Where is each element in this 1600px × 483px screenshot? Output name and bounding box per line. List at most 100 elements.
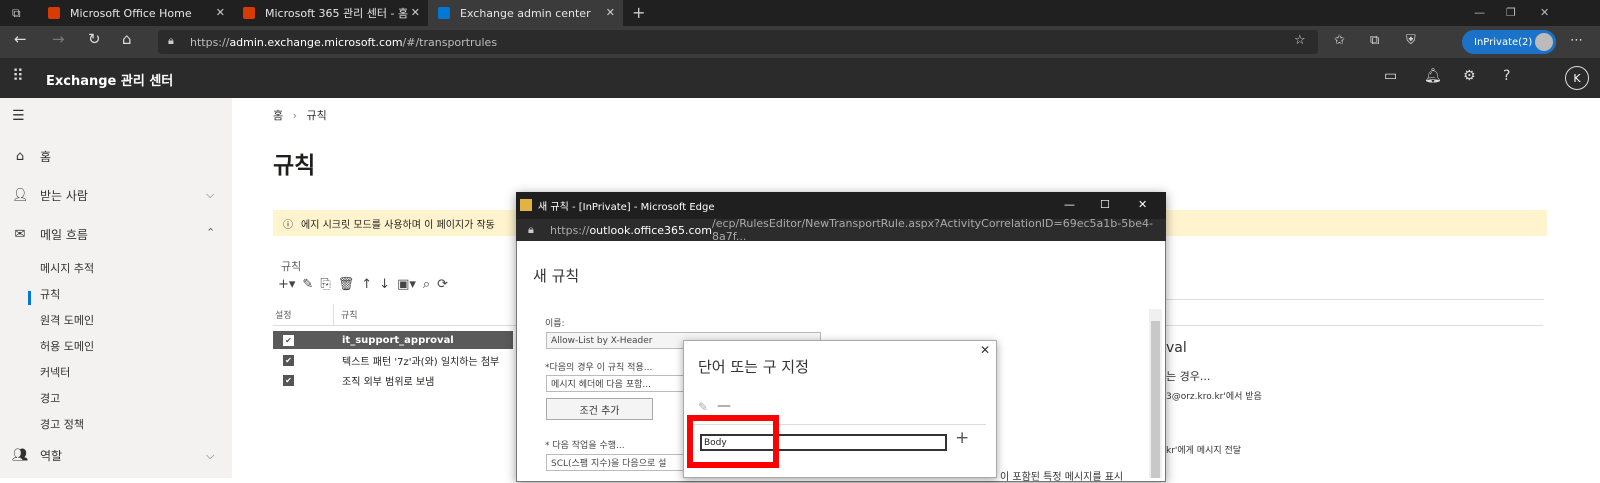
rules-section-label: 규칙 — [281, 260, 302, 273]
sidebar-item-mail-flow[interactable]: ✉ 메일 흐름 — [12, 226, 88, 243]
add-condition-button[interactable]: 조건 추가 — [546, 398, 653, 420]
back-icon[interactable]: ← — [14, 30, 27, 48]
hamburger-icon[interactable]: ☰ — [12, 108, 25, 124]
checkbox[interactable]: ✔ — [283, 354, 294, 366]
window-app-icon — [520, 199, 532, 211]
checkbox[interactable]: ✔ — [283, 374, 294, 386]
highlight-box — [687, 415, 779, 468]
bell-icon[interactable]: 🔔︎ — [1424, 68, 1442, 84]
more-icon[interactable]: ⋯ — [1570, 33, 1583, 48]
roles-icon: 👥︎ — [12, 448, 29, 463]
sidebar-subitem-accepted-domains[interactable]: 허용 도메인 — [40, 338, 94, 354]
sidebar-item-label: 역할 — [40, 449, 63, 463]
sidebar-subitem-rules[interactable]: 규칙 — [40, 286, 60, 302]
minimize-icon[interactable]: — — [1474, 6, 1485, 19]
move-up-icon[interactable]: ↑ — [361, 277, 372, 292]
maximize-icon[interactable]: ☐ — [1100, 198, 1110, 211]
dialog-heading: 새 규칙 — [533, 267, 580, 285]
close-icon[interactable]: ✕ — [980, 343, 990, 357]
scrollbar-thumb[interactable] — [1151, 321, 1160, 478]
table-row[interactable]: ✔ 조직 외부 범위로 보냄 — [273, 371, 513, 389]
profile-icon — [1535, 33, 1553, 51]
column-header-rule[interactable]: 규칙 — [341, 308, 358, 321]
remove-icon[interactable]: — — [717, 398, 731, 414]
terminal-icon[interactable]: ▭ — [1384, 68, 1397, 84]
office-icon — [48, 7, 60, 19]
gear-icon[interactable]: ⚙ — [1463, 68, 1476, 84]
forward-icon[interactable]: → — [52, 30, 65, 48]
edit-icon[interactable]: ✎ — [698, 400, 708, 414]
sidebar-subitem-alert-policies[interactable]: 경고 정책 — [40, 416, 84, 432]
sidebar-subitem-connectors[interactable]: 커넥터 — [40, 364, 70, 380]
tab-exchange-admin[interactable]: Exchange admin center ✕ — [428, 0, 623, 26]
favorite-add-icon[interactable]: ☆ — [1294, 33, 1306, 48]
action-label: * 다음 작업을 수행... — [545, 441, 625, 451]
dialog-scrollbar[interactable] — [1149, 309, 1162, 478]
chevron-up-icon[interactable]: ⌃ — [206, 226, 215, 239]
checkbox[interactable]: ✔ — [283, 334, 294, 346]
sidebar-item-roles[interactable]: 👥︎ 역할 — [12, 447, 62, 464]
exchange-icon — [438, 7, 450, 19]
search-icon[interactable]: ⌕ — [423, 277, 430, 292]
sidebar-item-label: 홈 — [40, 150, 52, 164]
favorites-icon[interactable]: ✩ — [1334, 33, 1345, 48]
close-window-icon[interactable]: ✕ — [1540, 6, 1549, 19]
mail-icon: ✉ — [14, 227, 26, 242]
url-host: outlook.office365.com — [589, 223, 713, 237]
new-tab-icon[interactable]: + — [632, 3, 645, 22]
person-icon: 👤︎ — [12, 188, 29, 203]
help-icon[interactable]: ? — [1503, 68, 1510, 84]
sidebar-subitem-alerts[interactable]: 경고 — [40, 390, 60, 406]
add-word-icon[interactable]: + — [955, 428, 969, 448]
app-header — [0, 58, 1600, 98]
action-select[interactable]: SCL(스팸 지수)을 다음으로 설 — [546, 454, 686, 471]
edit-icon[interactable]: ✎ — [302, 277, 313, 292]
tab-m365-admin[interactable]: Microsoft 365 관리 센터 - 홈 ✕ — [233, 0, 428, 26]
tab-label: Exchange admin center — [460, 6, 591, 20]
close-icon[interactable]: ✕ — [606, 6, 615, 19]
address-input[interactable]: 🔒︎ https://admin.exchange.microsoft.com /… — [158, 30, 1318, 54]
avatar[interactable]: K — [1565, 66, 1589, 90]
tab-actions-icon[interactable]: ⧉ — [12, 6, 21, 21]
chevron-down-icon[interactable]: ⌵ — [206, 449, 214, 463]
collections-icon[interactable]: ⧉ — [1370, 33, 1379, 48]
behind-dialog-text: 이 포함된 특정 메시지를 표시 — [1000, 472, 1124, 483]
detail-text: 3@orz.kro.kr'에서 받음 — [1166, 392, 1262, 402]
home-icon[interactable]: ⌂ — [122, 30, 132, 48]
sidebar-item-home[interactable]: ⌂ 홈 — [12, 148, 51, 165]
close-icon[interactable]: ✕ — [1138, 198, 1147, 211]
tab-office-home[interactable]: Microsoft Office Home ✕ — [38, 0, 233, 26]
sidebar-item-recipients[interactable]: 👤︎ 받는 사람 — [12, 187, 88, 204]
export-icon[interactable]: ▣▾ — [397, 277, 416, 292]
add-icon[interactable]: +▾ — [278, 277, 295, 292]
breadcrumb-home[interactable]: 홈 — [273, 109, 283, 122]
chevron-right-icon: › — [292, 109, 298, 122]
refresh-icon[interactable]: ↻ — [88, 30, 101, 48]
inprivate-label: InPrivate(2) — [1474, 36, 1533, 48]
table-row[interactable]: ✔ it_support_approval — [273, 331, 513, 349]
refresh-icon[interactable]: ⟳ — [437, 277, 448, 292]
delete-icon[interactable]: 🗑︎ — [338, 277, 355, 292]
move-down-icon[interactable]: ↓ — [379, 277, 390, 292]
detail-text: kr'에게 메시지 전달 — [1166, 446, 1242, 456]
browser-essentials-icon[interactable]: ⛨ — [1406, 33, 1416, 48]
chevron-down-icon[interactable]: ⌵ — [206, 188, 214, 202]
app-title: Exchange 관리 센터 — [46, 74, 174, 89]
sidebar-subitem-remote-domains[interactable]: 원격 도메인 — [40, 312, 94, 328]
copy-icon[interactable]: ⎘ — [320, 277, 330, 292]
close-icon[interactable]: ✕ — [411, 6, 420, 19]
inprivate-button[interactable]: InPrivate(2) — [1462, 30, 1556, 54]
column-header-enabled[interactable]: 설정 — [275, 308, 292, 321]
rules-toolbar: +▾ ✎ ⎘ 🗑︎ ↑ ↓ ▣▾ ⌕ ⟳ — [278, 277, 448, 292]
condition-select[interactable]: 메시지 헤더에 다음 포함... — [546, 375, 686, 392]
tab-label: Microsoft 365 관리 센터 - 홈 — [265, 7, 409, 20]
breadcrumb: 홈 › 규칙 — [273, 107, 327, 123]
app-launcher-icon[interactable]: ⠿ — [12, 66, 24, 85]
lock-icon: 🔒︎ — [168, 34, 174, 47]
minimize-icon[interactable]: — — [1064, 198, 1075, 211]
sidebar-subitem-message-trace[interactable]: 메시지 추적 — [40, 260, 94, 276]
restore-icon[interactable]: ❐ — [1506, 6, 1516, 19]
close-icon[interactable]: ✕ — [216, 6, 225, 19]
table-row[interactable]: ✔ 텍스트 패턴 '7z'과(와) 일치하는 첨부 — [273, 351, 513, 369]
tab-label: Microsoft Office Home — [70, 6, 192, 20]
